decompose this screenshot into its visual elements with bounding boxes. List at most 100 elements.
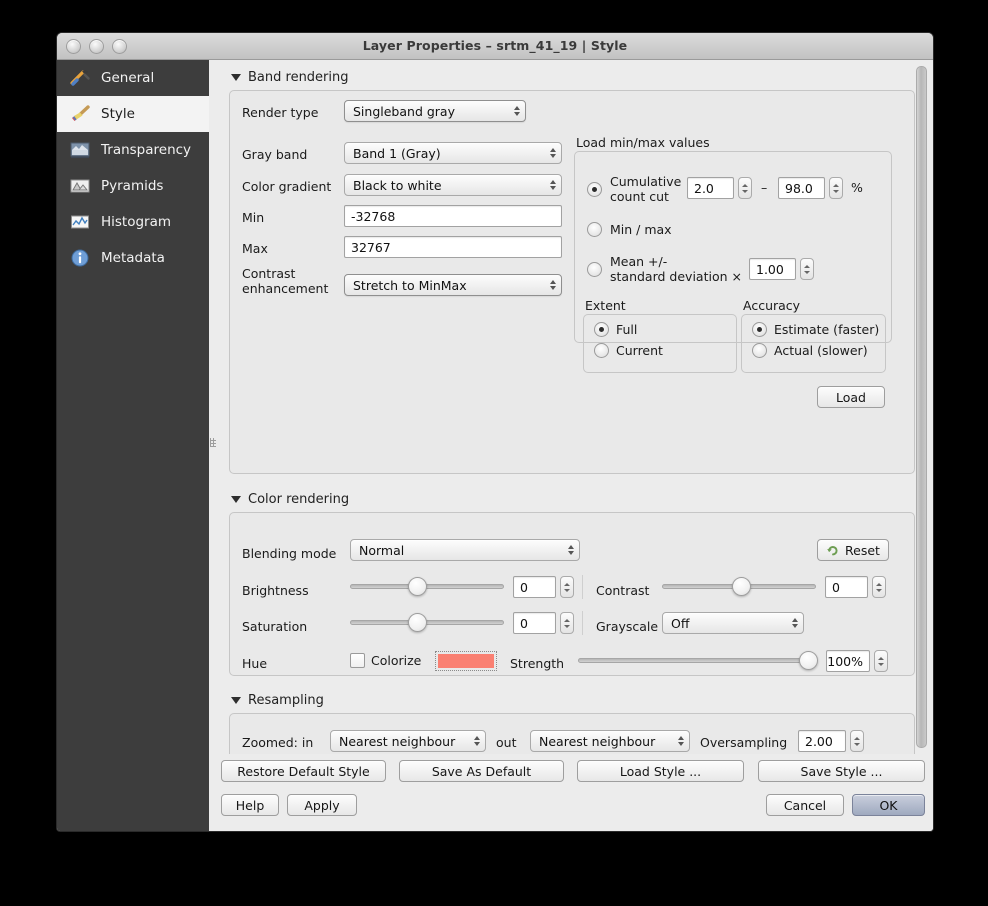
brightness-slider[interactable]	[350, 576, 504, 596]
transparency-icon	[68, 139, 92, 161]
slider-knob[interactable]	[408, 577, 427, 596]
cumulative-count-cut-radio-row[interactable]: Cumulative count cut	[587, 174, 681, 204]
sidebar-item-histogram[interactable]: Histogram	[57, 204, 209, 240]
ok-button[interactable]: OK	[852, 794, 925, 816]
sidebar-item-general[interactable]: General	[57, 60, 209, 96]
load-button[interactable]: Load	[817, 386, 885, 408]
tools-icon	[68, 67, 92, 89]
extent-full-radio[interactable]	[594, 322, 609, 337]
stddev-input[interactable]: 1.00	[749, 258, 796, 280]
extent-option-full[interactable]: Full	[594, 322, 637, 337]
chevron-down-icon[interactable]	[231, 697, 241, 704]
apply-button[interactable]: Apply	[287, 794, 357, 816]
cut-low-input[interactable]: 2.0	[687, 177, 734, 199]
minmax-radio-row[interactable]: Min / max	[587, 222, 672, 237]
max-input[interactable]: 32767	[344, 236, 562, 258]
grayscale-combo[interactable]: Off	[662, 612, 804, 634]
max-label: Max	[242, 241, 268, 256]
load-minmax-group: Cumulative count cut 2.0 –	[574, 151, 892, 343]
brightness-input[interactable]: 0	[513, 576, 556, 598]
chevron-down-icon[interactable]	[231, 496, 241, 503]
undo-icon	[826, 544, 839, 557]
colorize-checkbox-row[interactable]: Colorize	[350, 653, 421, 668]
accuracy-estimate-radio[interactable]	[752, 322, 767, 337]
pane-splitter[interactable]	[209, 60, 217, 832]
zoomed-out-combo[interactable]: Nearest neighbour	[530, 730, 690, 752]
slider-knob[interactable]	[732, 577, 751, 596]
histogram-icon	[68, 211, 92, 233]
color-gradient-combo[interactable]: Black to white	[344, 174, 562, 196]
help-button[interactable]: Help	[221, 794, 279, 816]
mean-stddev-radio[interactable]	[587, 262, 602, 277]
zoomed-in-combo[interactable]: Nearest neighbour	[330, 730, 486, 752]
resampling-header[interactable]: Resampling	[231, 693, 915, 708]
contrast-input[interactable]: 0	[825, 576, 868, 598]
slider-knob[interactable]	[408, 613, 427, 632]
slider-knob[interactable]	[799, 651, 818, 670]
colorize-color-swatch[interactable]	[435, 651, 497, 671]
mean-label-line2: standard deviation ×	[610, 269, 742, 284]
contrast-slider[interactable]	[662, 576, 816, 596]
cut-high-stepper[interactable]	[829, 177, 843, 199]
minmax-radio[interactable]	[587, 222, 602, 237]
divider	[582, 611, 583, 635]
blending-mode-combo[interactable]: Normal	[350, 539, 580, 561]
saturation-stepper[interactable]	[560, 612, 574, 634]
splitter-grip-icon[interactable]	[210, 438, 216, 447]
strength-slider[interactable]	[578, 650, 816, 670]
extent-current-radio[interactable]	[594, 343, 609, 358]
save-as-default-button[interactable]: Save As Default	[399, 760, 564, 782]
minmax-label: Min / max	[610, 222, 672, 237]
swatch-fill	[438, 654, 494, 668]
sidebar-item-pyramids[interactable]: Pyramids	[57, 168, 209, 204]
saturation-input[interactable]: 0	[513, 612, 556, 634]
sidebar-item-metadata[interactable]: Metadata	[57, 240, 209, 276]
chevron-updown-icon	[474, 736, 480, 746]
gray-band-combo[interactable]: Band 1 (Gray)	[344, 142, 562, 164]
mean-stddev-radio-row[interactable]: Mean +/- standard deviation ×	[587, 254, 742, 284]
cut-low-stepper[interactable]	[738, 177, 752, 199]
slider-track	[350, 620, 504, 625]
restore-default-style-button[interactable]: Restore Default Style	[221, 760, 386, 782]
band-rendering-panel: Render type Singleband gray Gray band Ba…	[229, 90, 915, 474]
oversampling-stepper[interactable]	[850, 730, 864, 752]
contrast-enhancement-combo[interactable]: Stretch to MinMax	[344, 274, 562, 296]
contrast-label-line2: enhancement	[242, 281, 328, 296]
accuracy-title: Accuracy	[743, 298, 800, 313]
scrollbar-thumb[interactable]	[916, 66, 927, 748]
sidebar-item-transparency[interactable]: Transparency	[57, 132, 209, 168]
accuracy-actual-radio[interactable]	[752, 343, 767, 358]
render-type-combo[interactable]: Singleband gray	[344, 100, 526, 122]
stddev-stepper[interactable]	[800, 258, 814, 280]
accuracy-option-estimate[interactable]: Estimate (faster)	[752, 322, 879, 337]
sidebar-item-style[interactable]: Style	[57, 96, 209, 132]
color-gradient-value: Black to white	[353, 178, 442, 193]
brightness-stepper[interactable]	[560, 576, 574, 598]
min-input[interactable]: -32768	[344, 205, 562, 227]
colorize-checkbox[interactable]	[350, 653, 365, 668]
oversampling-input[interactable]: 2.00	[798, 730, 846, 752]
oversampling-value: 2.00	[805, 734, 833, 749]
load-style-button[interactable]: Load Style ...	[577, 760, 744, 782]
color-rendering-header[interactable]: Color rendering	[231, 492, 915, 507]
cumulative-radio[interactable]	[587, 182, 602, 197]
oversampling-label: Oversampling	[700, 735, 787, 750]
section-title: Resampling	[248, 693, 324, 708]
contrast-stepper[interactable]	[872, 576, 886, 598]
accuracy-option-actual[interactable]: Actual (slower)	[752, 343, 868, 358]
cut-high-input[interactable]: 98.0	[778, 177, 825, 199]
vertical-scrollbar[interactable]	[914, 64, 927, 750]
save-style-button[interactable]: Save Style ...	[758, 760, 925, 782]
saturation-slider[interactable]	[350, 612, 504, 632]
band-rendering-header[interactable]: Band rendering	[231, 70, 915, 85]
reset-button[interactable]: Reset	[817, 539, 889, 561]
gray-band-value: Band 1 (Gray)	[353, 146, 441, 161]
contrast-label: Contrast	[596, 583, 649, 598]
strength-stepper[interactable]	[874, 650, 888, 672]
reset-label: Reset	[845, 543, 880, 558]
content-pane: Band rendering Render type Singleband gr…	[209, 60, 933, 832]
cancel-button[interactable]: Cancel	[766, 794, 844, 816]
extent-option-current[interactable]: Current	[594, 343, 663, 358]
chevron-down-icon[interactable]	[231, 74, 241, 81]
strength-input[interactable]: 100%	[826, 650, 870, 672]
